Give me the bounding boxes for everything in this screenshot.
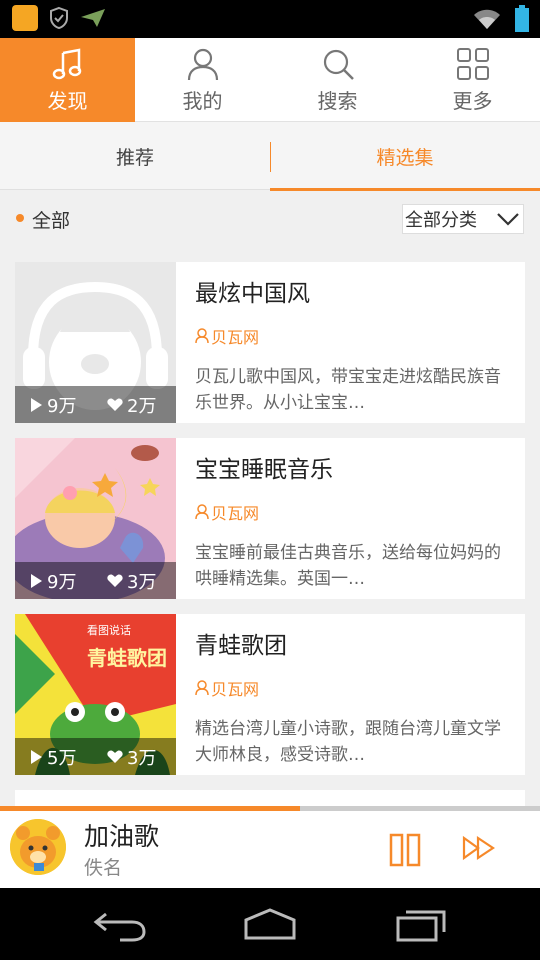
back-icon[interactable]: [92, 906, 148, 942]
tab-mine[interactable]: 我的: [135, 38, 270, 122]
like-count: 3万: [127, 571, 157, 593]
tab-mine-label: 我的: [182, 88, 223, 113]
play-count: 9万: [47, 395, 77, 417]
home-icon[interactable]: [242, 906, 298, 942]
subtab-recommend-label: 推荐: [115, 146, 154, 169]
heart-icon: [107, 573, 123, 587]
wifi-icon: [474, 9, 500, 29]
mini-player[interactable]: 加油歌 佚名: [0, 811, 540, 888]
tab-discover-label: 发现: [47, 88, 88, 113]
album-card[interactable]: 看图说话 青蛙歌团 5万 3万 青蛙歌团 贝瓦网 精选台湾儿童小诗歌，跟随台湾儿…: [15, 614, 525, 775]
bear-mascot-icon: [10, 819, 66, 875]
tab-search-label: 搜索: [317, 88, 358, 113]
album-author-name: 贝瓦网: [211, 328, 260, 347]
category-dropdown-label: 全部分类: [405, 210, 477, 231]
album-title: 最炫中国风: [195, 281, 310, 307]
grid-icon: [456, 47, 489, 80]
now-playing-avatar: [10, 819, 66, 875]
play-count-icon: [31, 397, 42, 412]
heart-icon: [107, 397, 123, 411]
pause-icon[interactable]: [388, 833, 422, 867]
album-cover-frog-choir: 看图说话 青蛙歌团 5万 3万: [15, 614, 176, 775]
album-card[interactable]: 9万 3万 宝宝睡眠音乐 贝瓦网 宝宝睡前最佳古典音乐，送给每位妈妈的哄睡精选集…: [15, 438, 525, 599]
album-author: 贝瓦网: [195, 676, 259, 700]
top-nav: 发现 我的 搜索 更多: [0, 38, 540, 122]
cover-subtitle: 看图说话: [87, 624, 131, 637]
play-count-icon: [31, 573, 42, 588]
tab-more[interactable]: 更多: [405, 38, 540, 122]
like-count: 3万: [127, 747, 157, 769]
system-nav-bar: [0, 888, 540, 960]
heart-icon: [107, 749, 123, 763]
next-track-icon[interactable]: [462, 833, 496, 863]
album-stats: 9万 2万: [15, 386, 176, 423]
now-playing-artist: 佚名: [84, 857, 123, 879]
subtab-featured-label: 精选集: [376, 146, 434, 169]
app-notification-icon: [12, 5, 38, 31]
bullet-dot: [16, 214, 24, 222]
recent-apps-icon[interactable]: [394, 906, 450, 942]
paper-plane-icon: [81, 9, 105, 27]
like-count: 2万: [127, 395, 157, 417]
subtab-featured[interactable]: 精选集: [270, 122, 540, 191]
album-description: 精选台湾儿童小诗歌，跟随台湾儿童文学大师林良，感受诗歌…: [195, 719, 501, 765]
album-card[interactable]: 9万 2万 最炫中国风 贝瓦网 贝瓦儿歌中国风，带宝宝走进炫酷民族音乐世界。从小…: [15, 262, 525, 423]
subtab-recommend[interactable]: 推荐: [0, 122, 270, 190]
person-icon: [195, 328, 209, 344]
play-count-icon: [31, 749, 42, 764]
album-author: 贝瓦网: [195, 324, 259, 348]
filter-row: 全部 全部分类: [0, 190, 540, 248]
album-description: 贝瓦儿歌中国风，带宝宝走进炫酷民族音乐世界。从小让宝宝…: [195, 367, 501, 413]
music-note-icon: [52, 47, 81, 79]
search-icon: [323, 49, 354, 80]
album-author-name: 贝瓦网: [211, 504, 260, 523]
sub-tabs: 推荐 精选集: [0, 122, 540, 191]
tab-more-label: 更多: [452, 88, 493, 113]
album-stats: 5万 3万: [15, 738, 176, 775]
album-description: 宝宝睡前最佳古典音乐，送给每位妈妈的哄睡精选集。英国一…: [195, 543, 501, 589]
album-title: 宝宝睡眠音乐: [195, 457, 333, 483]
play-count: 5万: [47, 747, 77, 769]
chevron-down-icon: [497, 213, 519, 226]
tab-discover[interactable]: 发现: [0, 38, 135, 122]
filter-all-label: 全部: [32, 210, 71, 232]
user-icon: [187, 48, 218, 80]
cover-title: 青蛙歌团: [87, 646, 167, 670]
tab-search[interactable]: 搜索: [270, 38, 405, 122]
now-playing-title: 加油歌: [84, 822, 160, 851]
battery-icon: [515, 5, 529, 32]
play-count: 9万: [47, 571, 77, 593]
status-bar: [0, 0, 540, 38]
person-icon: [195, 504, 209, 520]
album-author-name: 贝瓦网: [211, 680, 260, 699]
album-cover-sleeping-baby: 9万 3万: [15, 438, 176, 599]
shield-icon: [50, 6, 68, 30]
category-dropdown[interactable]: 全部分类: [402, 204, 524, 234]
album-stats: 9万 3万: [15, 562, 176, 599]
album-title: 青蛙歌团: [195, 633, 287, 659]
album-author: 贝瓦网: [195, 500, 259, 524]
person-icon: [195, 680, 209, 696]
album-cover-placeholder: 9万 2万: [15, 262, 176, 423]
